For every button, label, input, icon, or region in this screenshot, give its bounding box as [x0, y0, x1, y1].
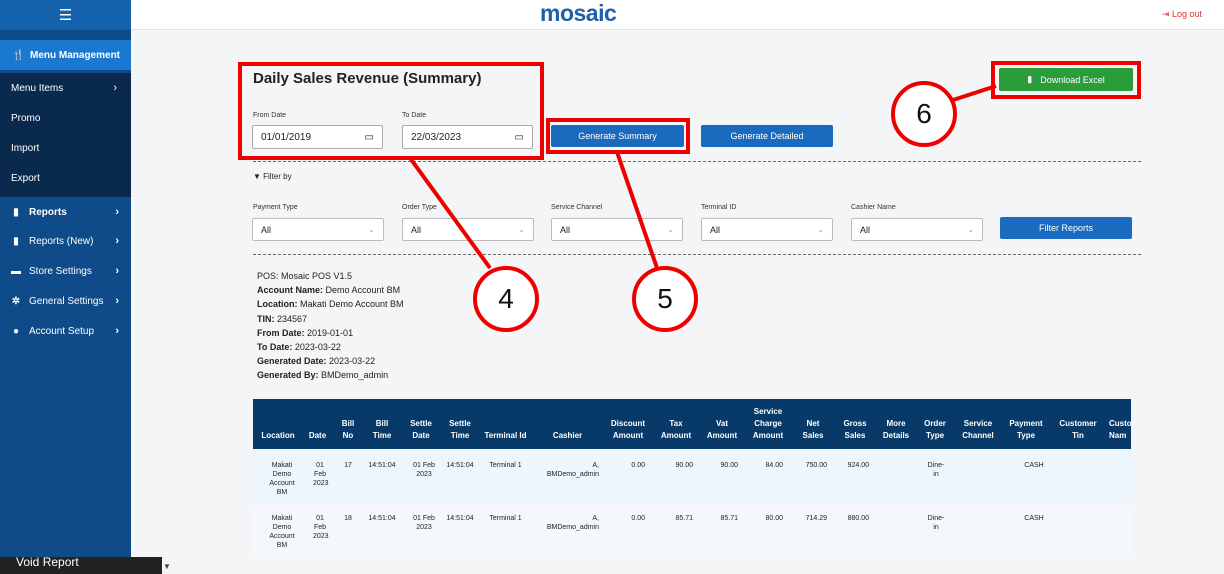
highlight-box-download-excel	[991, 61, 1141, 99]
callout-number-6: 6	[891, 81, 957, 147]
callout-line-6	[952, 84, 997, 102]
highlight-box-generate-summary	[546, 118, 690, 154]
highlight-box-dates	[238, 62, 544, 160]
callout-line-5	[615, 151, 659, 269]
callout-number-5: 5	[632, 266, 698, 332]
callout-line-4	[408, 156, 492, 270]
callout-number-4: 4	[473, 266, 539, 332]
